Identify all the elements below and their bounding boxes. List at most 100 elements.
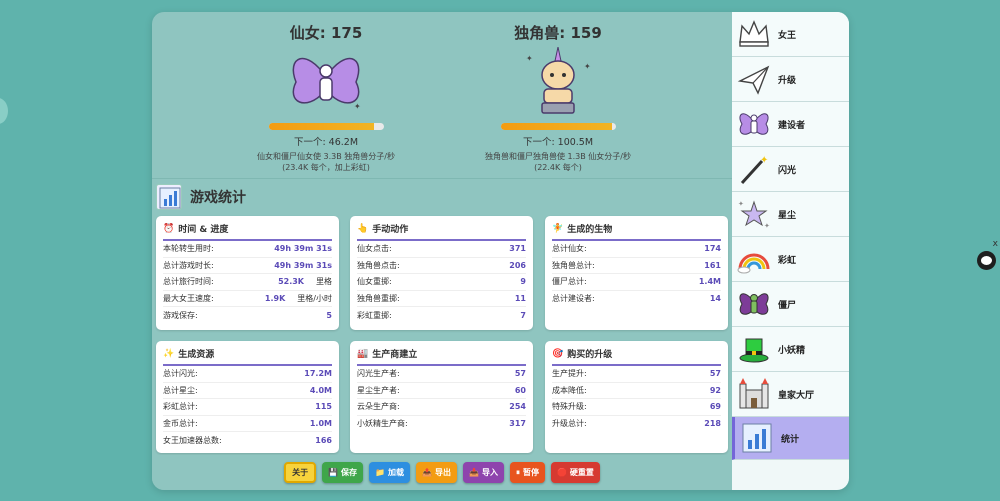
stat-label: 总计旅行时间: <box>163 277 214 287</box>
sidebar-item-zombie[interactable]: 僵尸 <box>732 282 849 327</box>
card-title: 生成的生物 <box>567 225 613 235</box>
stat-label: 升级总计: <box>552 419 587 429</box>
stat-row: 女王加速器总数: 166 <box>163 432 332 449</box>
fairy-emoji-icon: 🧚 <box>552 223 564 234</box>
stat-label: 仙女重掷: <box>357 277 392 287</box>
card-creatures: 🧚 生成的生物 总计仙女: 174 独角兽总计: 161 僵尸总计: 1.4M 总计建设者: 1… <box>545 216 728 330</box>
stat-row: 云朵生产商: 254 <box>357 399 526 416</box>
import-button[interactable]: 📥 导入 <box>462 462 504 483</box>
unicorn-progress-fill <box>500 123 613 130</box>
card-title: 生产商建立 <box>372 350 418 360</box>
stat-row: 独角兽总计: 161 <box>552 258 721 274</box>
sidebar-item-upgrade[interactable]: 升级 <box>732 57 849 102</box>
fairy-panel: 仙女: 175 ✦ 下一个: 46.2M 仙女和僵尸仙女使 3.3B 独角兽分子… <box>216 22 436 173</box>
stat-label: 星尘生产者: <box>357 385 400 395</box>
stat-row: 升级总计: 218 <box>552 416 721 433</box>
sidebar-item-sparkle[interactable]: ✦ 闪光 <box>732 147 849 192</box>
stat-value: 14 <box>709 294 721 304</box>
card-time: ⏰ 时间 & 进度 本轮转生用时: 49h 39m 31s 总计游戏时长: 49h 39… <box>156 216 339 330</box>
stat-row: 成本降低: 92 <box>552 383 721 399</box>
unicorn-icon[interactable]: ✦ ✦ <box>518 46 598 117</box>
fairy-icon[interactable]: ✦ <box>286 47 366 117</box>
button-icon: 📁 <box>375 468 386 477</box>
svg-text:✦: ✦ <box>354 102 361 111</box>
stat-value: 1.0M <box>309 418 332 428</box>
button-label: 暂停 <box>522 468 539 477</box>
about-button[interactable]: 关于 <box>284 462 317 483</box>
stat-row: 金币总计: 1.0M <box>163 416 332 432</box>
sidebar-item-leprechaun[interactable]: 小妖精 <box>732 327 849 372</box>
stat-label: 仙女点击: <box>357 244 392 254</box>
stat-label: 本轮转生用时: <box>163 244 214 254</box>
stat-row: 本轮转生用时: 49h 39m 31s <box>163 241 332 258</box>
stat-value: 371 <box>509 244 526 254</box>
chat-widget[interactable]: x <box>976 239 998 271</box>
close-icon[interactable]: x <box>993 239 998 249</box>
fairy-icon <box>736 106 772 142</box>
factory-icon: 🏭 <box>357 348 369 359</box>
stat-label: 总计闪光: <box>163 369 198 379</box>
sidebar-item-rainbow[interactable]: 彩虹 <box>732 237 849 282</box>
card-title: 生成资源 <box>178 350 215 360</box>
stat-row: 星尘生产者: 60 <box>357 383 526 399</box>
sidebar-item-builders[interactable]: 建设者 <box>732 102 849 147</box>
unicorn-note-line1: 独角兽和僵尸独角兽使 1.3B 仙女分子/秒 <box>485 152 631 161</box>
load-button[interactable]: 📁 加载 <box>369 462 411 483</box>
sidebar-item-label: 建设者 <box>778 120 806 131</box>
leprechaun-hat-icon <box>736 331 772 367</box>
stat-row: 仙女重掷: 9 <box>357 274 526 291</box>
stat-row: 独角兽重掷: 11 <box>357 291 526 307</box>
save-button[interactable]: 💾 保存 <box>322 462 364 483</box>
stat-value: 254 <box>509 402 526 412</box>
divider <box>152 178 732 179</box>
stat-value: 69 <box>709 402 721 412</box>
stat-label: 生产提升: <box>552 369 587 379</box>
stat-value: 60 <box>514 385 526 395</box>
castle-icon <box>736 376 772 412</box>
sparkles-icon: ✨ <box>163 348 175 359</box>
pause-button[interactable]: ⏸ 暂停 <box>509 462 545 483</box>
svg-text:✦: ✦ <box>526 54 533 63</box>
alarm-clock-icon: ⏰ <box>163 223 175 234</box>
fairy-progress-bar <box>268 123 384 130</box>
stat-value: 218 <box>704 419 721 429</box>
button-label: 导入 <box>481 468 498 477</box>
unicorn-next: 下一个: 100.5M <box>522 137 594 148</box>
stat-label: 独角兽重掷: <box>357 293 400 303</box>
stat-value: 52.3K 里格 <box>278 277 332 287</box>
star-dust-icon: ✦ ✦ <box>736 196 772 232</box>
stat-label: 女王加速器总数: <box>163 435 222 445</box>
stat-value: 161 <box>704 260 721 270</box>
page-title: 游戏统计 <box>190 190 246 206</box>
sidebar-item-label: 僵尸 <box>778 300 797 311</box>
stat-value: 115 <box>315 402 332 412</box>
stat-unit: 里格/小时 <box>297 293 332 303</box>
stat-label: 彩虹总计: <box>163 402 198 412</box>
button-icon: 📤 <box>422 468 432 477</box>
stat-value: 1.9K 里格/小时 <box>264 293 332 303</box>
button-label: 导出 <box>434 468 451 477</box>
hard-reset-button[interactable]: 🛑 硬重置 <box>550 462 600 483</box>
svg-text:✦: ✦ <box>738 200 744 208</box>
stat-label: 总计仙女: <box>552 244 587 254</box>
fairy-next: 下一个: 46.2M <box>293 137 359 148</box>
sidebar: 女王升级建设者 ✦ 闪光 ✦ ✦ 星尘 彩虹僵尸小妖精 皇家大厅 统计 <box>732 12 849 490</box>
sidebar-item-stardust[interactable]: ✦ ✦ 星尘 <box>732 192 849 237</box>
stat-row: 总计旅行时间: 52.3K 里格 <box>163 274 332 291</box>
stat-row: 总计星尘: 4.0M <box>163 383 332 399</box>
sidebar-item-royal-hall[interactable]: 皇家大厅 <box>732 372 849 417</box>
export-button[interactable]: 📤 导出 <box>416 462 457 483</box>
sidebar-item-label: 闪光 <box>778 165 797 176</box>
stat-row: 彩虹重掷: 7 <box>357 307 526 324</box>
card-title: 时间 & 进度 <box>178 225 229 235</box>
stat-value: 9 <box>520 277 526 287</box>
avatar-icon[interactable] <box>977 251 996 270</box>
sidebar-item-queen[interactable]: 女王 <box>732 12 849 57</box>
fairy-note-line2: (23.4K 每个，加上彩虹) <box>282 163 370 172</box>
sidebar-item-stats[interactable]: 统计 <box>732 417 849 460</box>
stat-label: 游戏保存: <box>163 310 198 320</box>
sidebar-item-label: 升级 <box>778 75 797 86</box>
stat-label: 云朵生产商: <box>357 402 400 412</box>
stat-label: 最大女王速度: <box>163 293 214 303</box>
magic-wand-icon: ✦ <box>736 151 772 187</box>
